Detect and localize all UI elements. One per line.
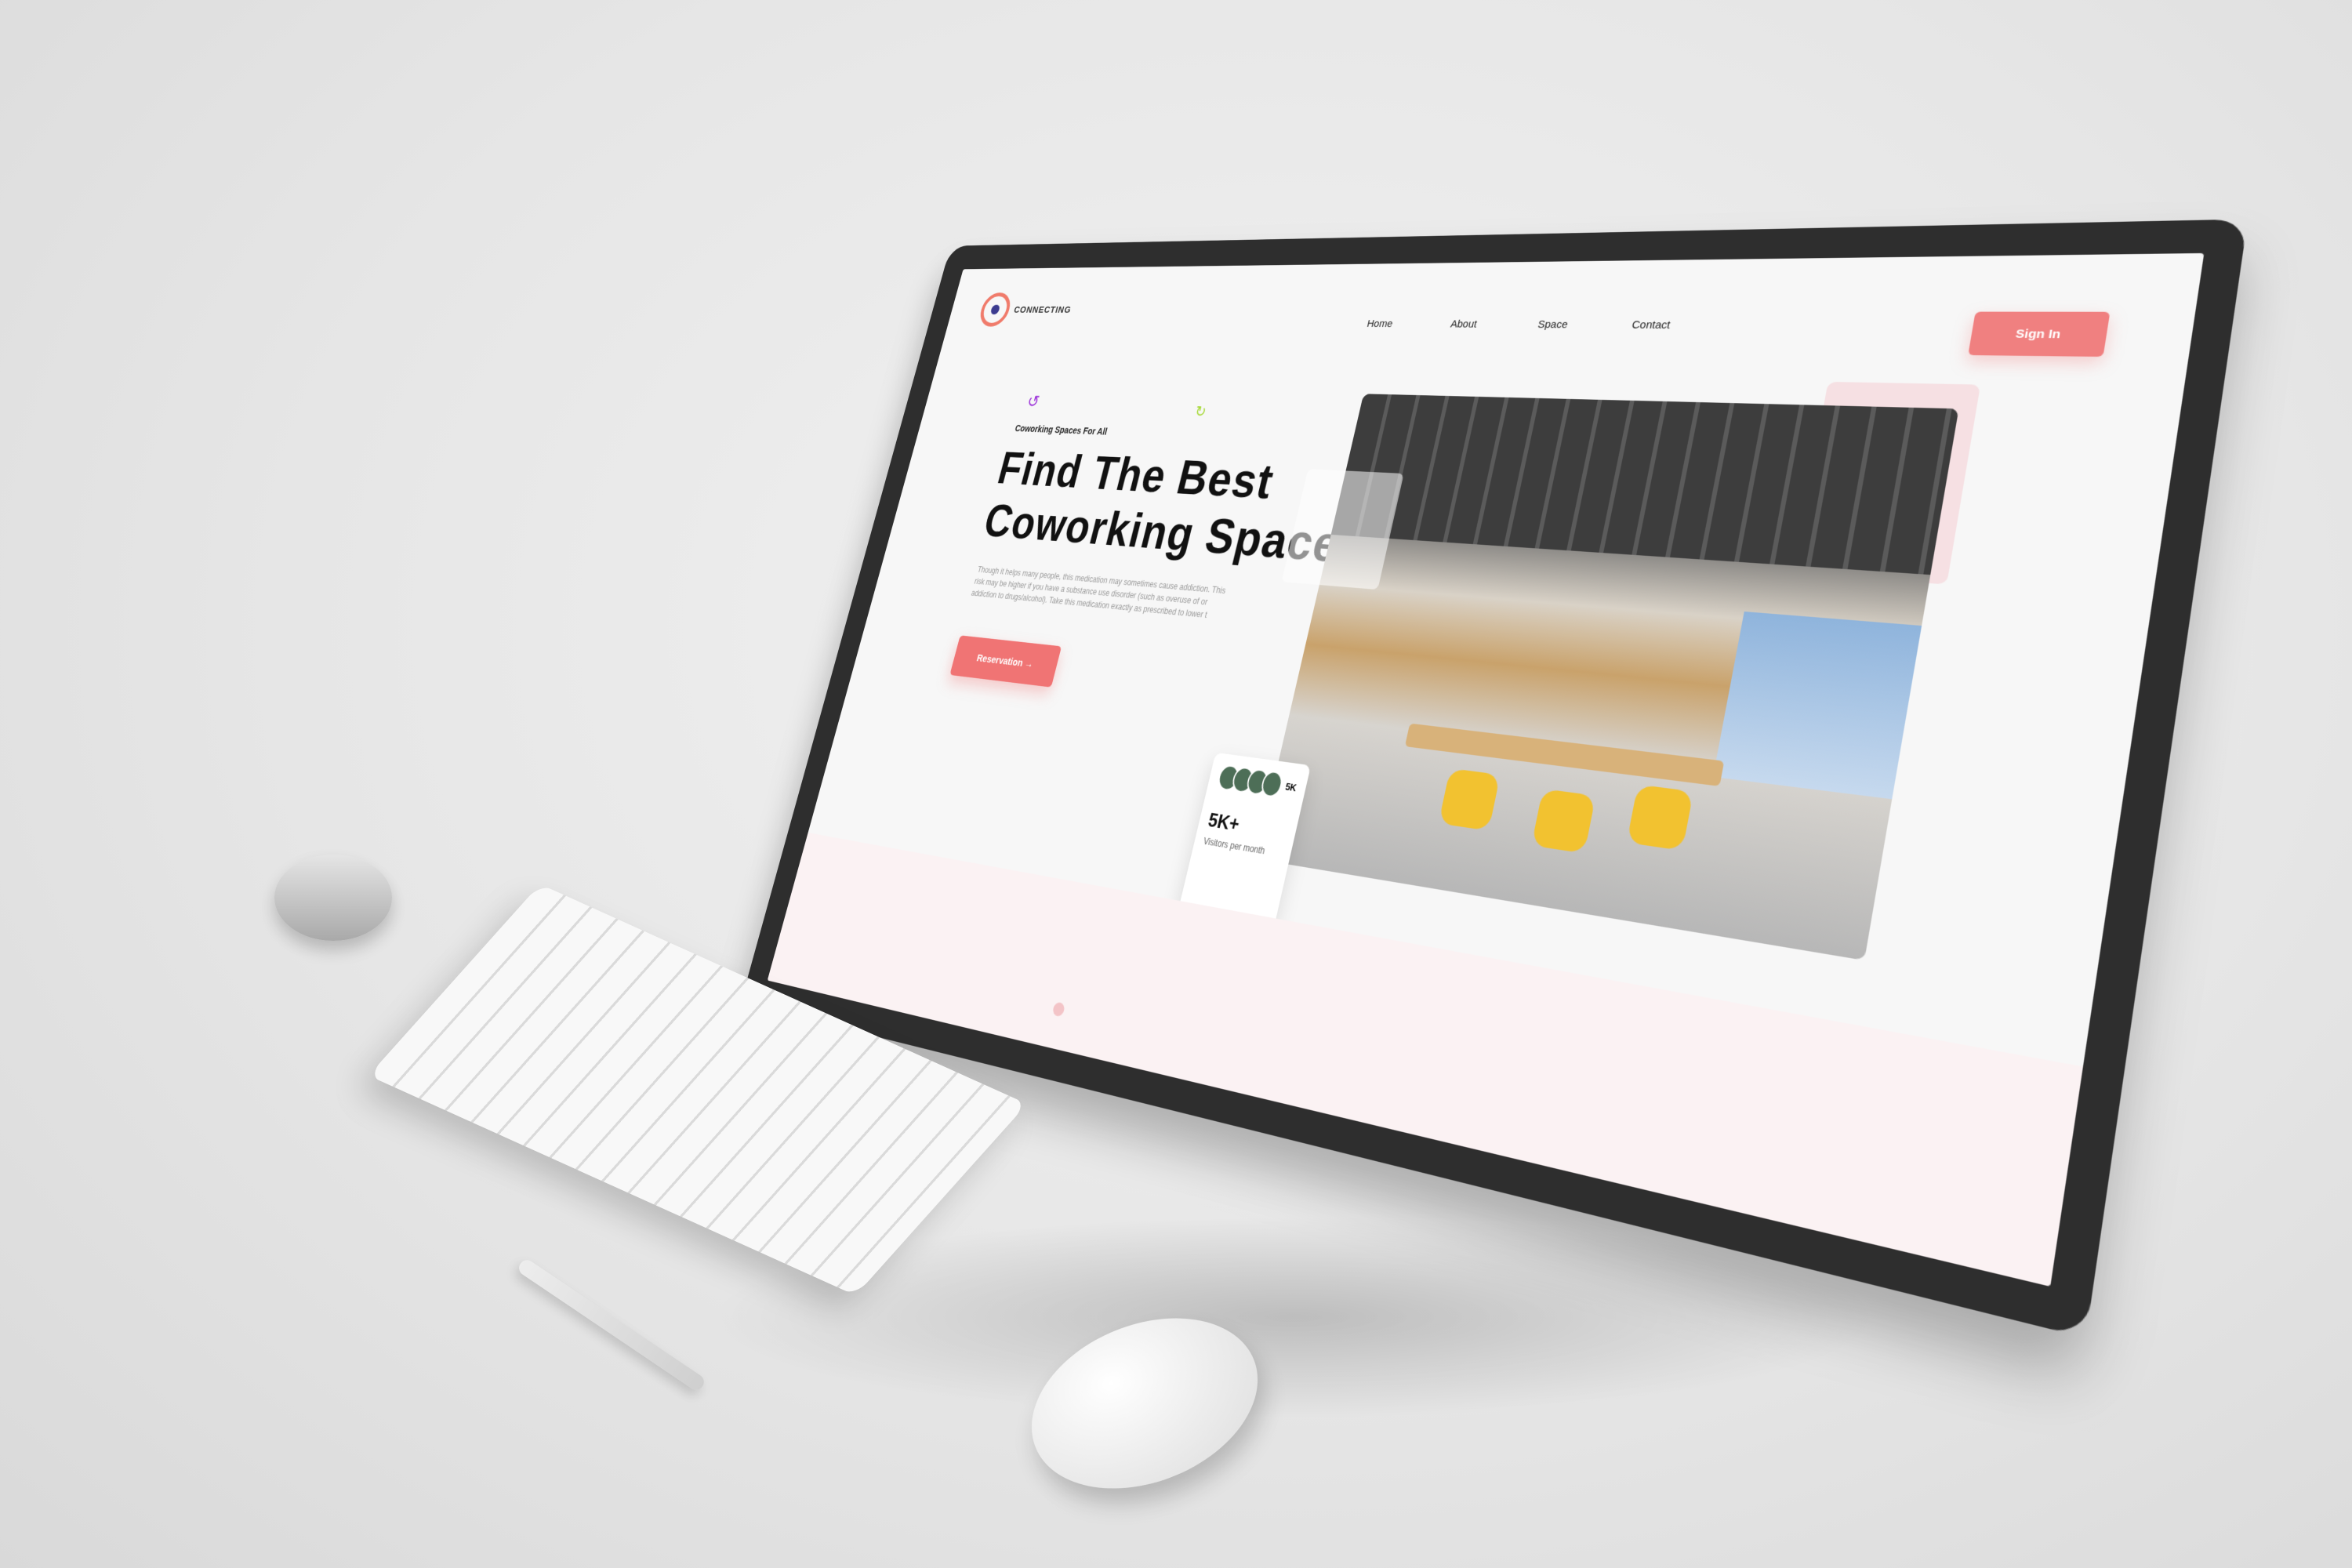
purple-swirl-icon: ↺ — [1025, 392, 1041, 412]
brand-logo[interactable]: CONNECTING — [977, 292, 1076, 327]
logo-mark-icon — [977, 292, 1014, 326]
green-swirl-icon: ↻ — [1193, 403, 1208, 420]
visitors-stat-card: 5K 5K+ Visitors per month — [1178, 753, 1311, 927]
avatar-stack: 5K — [1216, 764, 1299, 800]
surface-dial — [274, 855, 392, 941]
chair-shape — [1439, 768, 1501, 831]
nav-space[interactable]: Space — [1537, 318, 1569, 331]
avatar-count: 5K — [1284, 780, 1298, 793]
reservation-button[interactable]: Reservation → — [949, 635, 1062, 687]
main-nav: Home About Space Contact — [1366, 318, 1671, 332]
nav-about[interactable]: About — [1450, 318, 1479, 330]
chair-shape — [1531, 789, 1595, 854]
hero-eyebrow: Coworking Spaces For All — [1014, 423, 1108, 437]
nav-contact[interactable]: Contact — [1631, 319, 1671, 332]
stylus-pen — [516, 1257, 706, 1392]
sign-in-button[interactable]: Sign In — [1968, 312, 2110, 357]
nav-home[interactable]: Home — [1366, 318, 1394, 330]
window-shape — [1713, 612, 1922, 799]
logo-text: CONNECTING — [1013, 304, 1073, 314]
ceiling-shape — [1331, 394, 1959, 575]
hero-paragraph: Though it helps many people, this medica… — [970, 564, 1236, 623]
chair-shape — [1627, 785, 1694, 851]
